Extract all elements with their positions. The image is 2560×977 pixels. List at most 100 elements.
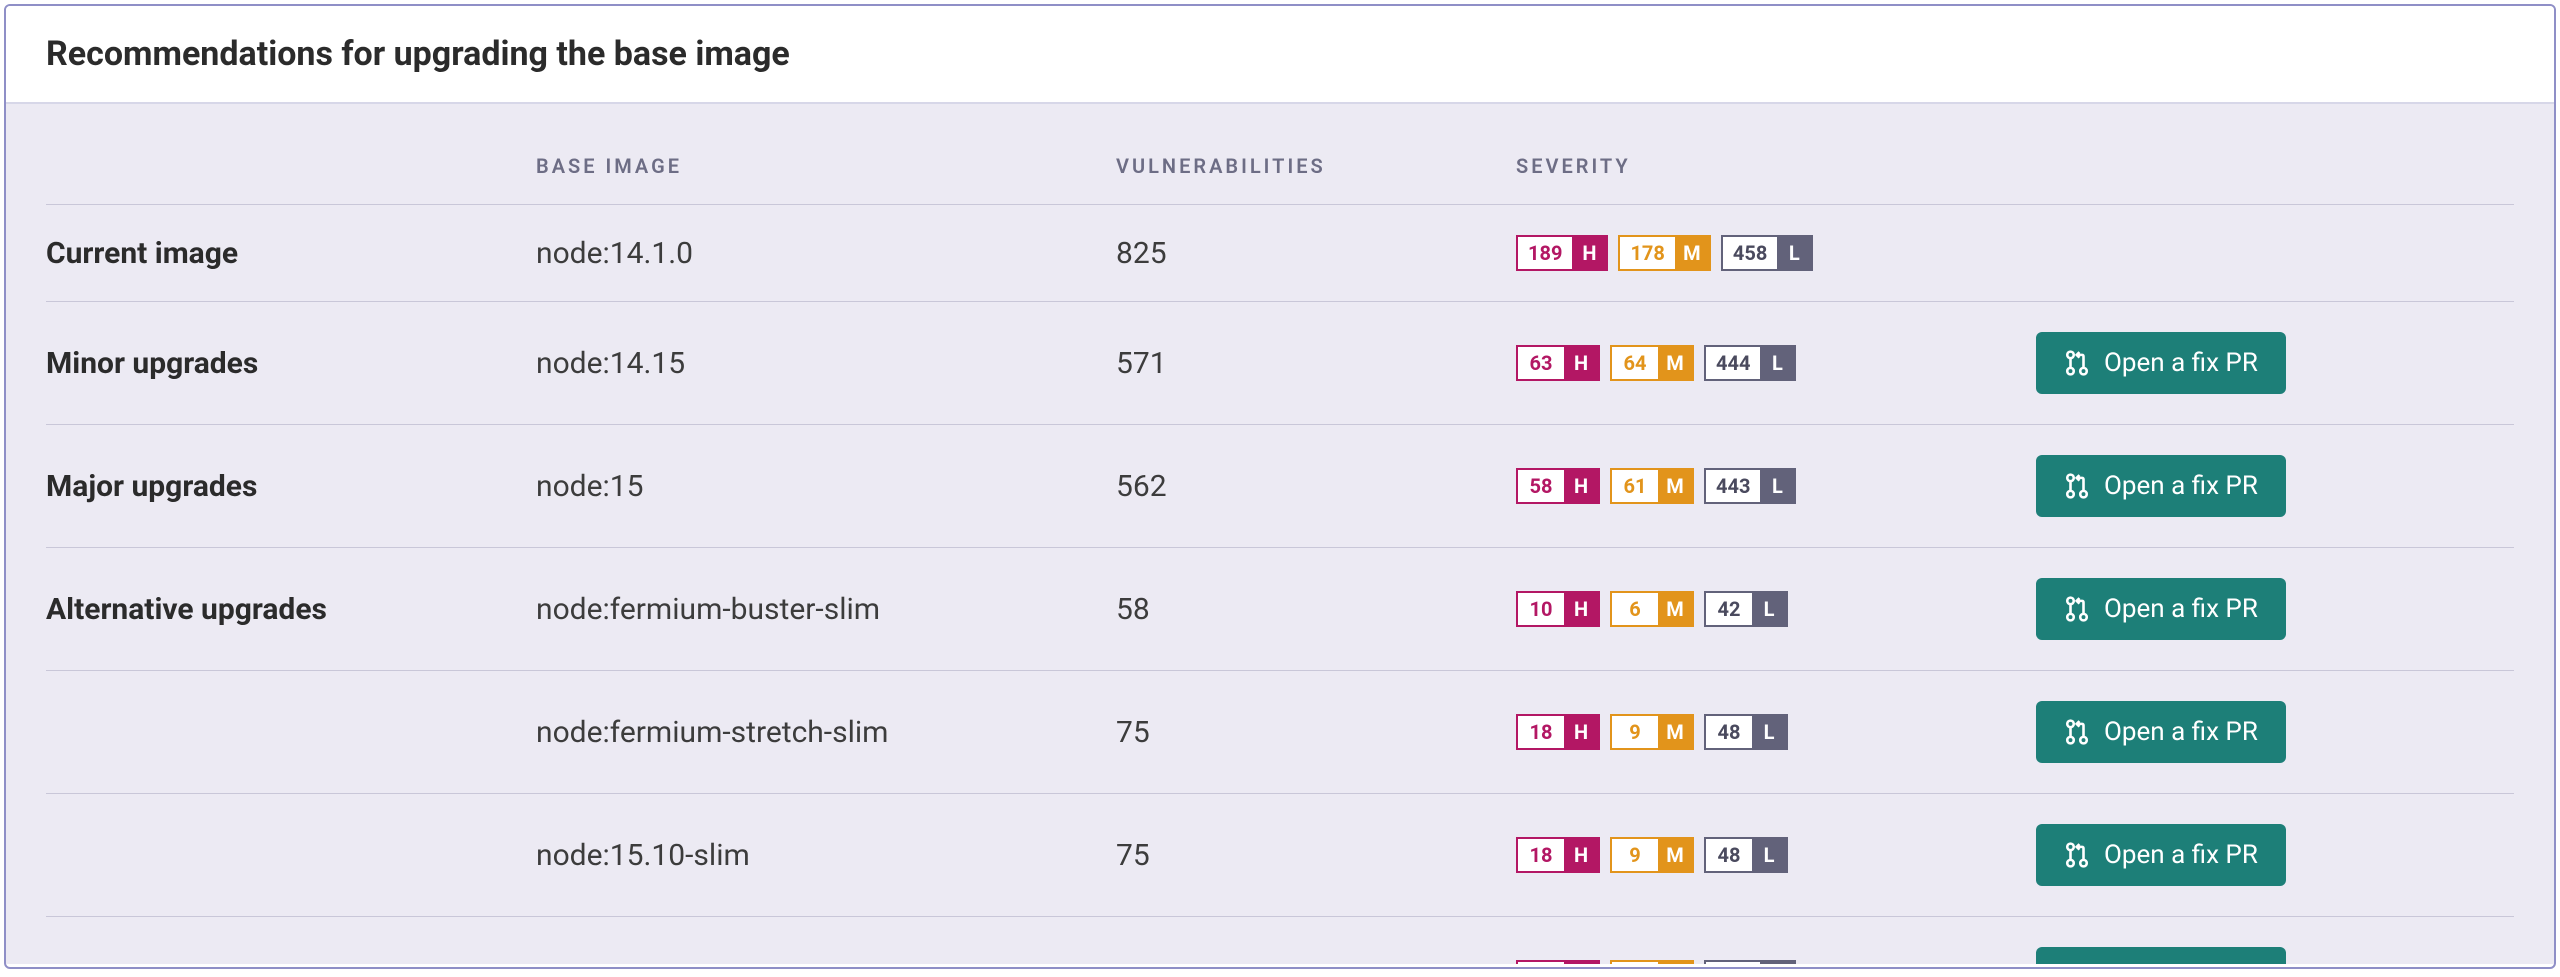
severity-count-low: 42 (1706, 593, 1752, 625)
panel-header: Recommendations for upgrading the base i… (6, 6, 2554, 104)
recommendations-table: BASE IMAGE VULNERABILITIES SEVERITY Curr… (46, 138, 2514, 964)
severity-count-low: 458 (1723, 237, 1777, 269)
severity-group: 63H 64M 444L (1516, 345, 2016, 381)
row-base-image: node:fermium-stretch-slim (526, 671, 1106, 794)
col-vulnerabilities: VULNERABILITIES (1106, 138, 1506, 205)
severity-pill-medium: 178M (1618, 235, 1710, 271)
severity-letter-high: H (1564, 716, 1598, 748)
row-base-image: node:15.10-slim (526, 794, 1106, 917)
row-severity: 63H 64M 444L (1506, 302, 2026, 425)
severity-letter-high: H (1564, 593, 1598, 625)
open-fix-pr-button[interactable]: Open a fix PR (2036, 578, 2286, 640)
table-row: node:fermium-stretch-slim75 18H 9M 48L Open… (46, 671, 2514, 794)
pull-request-icon (2064, 350, 2090, 376)
row-category (46, 671, 526, 794)
severity-pill-high: 63H (1516, 345, 1600, 381)
severity-letter-medium: M (1658, 470, 1692, 502)
severity-count-medium: 9 (1612, 839, 1658, 871)
severity-letter-high: H (1572, 237, 1606, 269)
severity-letter-high: H (1564, 470, 1598, 502)
severity-count-medium: 6 (1612, 593, 1658, 625)
severity-letter-medium: M (1675, 237, 1709, 269)
row-action: Open a fix PR (2026, 425, 2514, 548)
severity-group: 58H 61M 443L (1516, 468, 2016, 504)
table-row: Minor upgradesnode:14.15571 63H 64M 444L Op… (46, 302, 2514, 425)
row-category: Alternative upgrades (46, 548, 526, 671)
severity-count-medium: 49 (1612, 962, 1658, 964)
severity-letter-low: L (1777, 237, 1811, 269)
open-fix-pr-label: Open a fix PR (2104, 717, 2258, 747)
severity-pill-low: 48L (1704, 837, 1788, 873)
severity-letter-high: H (1564, 347, 1598, 379)
row-base-image: node:14.1.0 (526, 205, 1106, 302)
row-vulnerability-count: 58 (1106, 548, 1506, 671)
severity-pill-medium: 9M (1610, 714, 1694, 750)
severity-pill-medium: 6M (1610, 591, 1694, 627)
severity-count-low: 48 (1706, 716, 1752, 748)
severity-group: 18H 9M 48L (1516, 837, 2016, 873)
severity-pill-low: 444L (1704, 345, 1796, 381)
severity-count-high: 18 (1518, 716, 1564, 748)
severity-pill-low: 458L (1721, 235, 1813, 271)
severity-count-medium: 61 (1612, 470, 1658, 502)
severity-letter-low: L (1752, 839, 1786, 871)
severity-pill-low: 48L (1704, 714, 1788, 750)
severity-count-medium: 178 (1620, 237, 1674, 269)
severity-group: 189H 178M 458L (1516, 235, 2016, 271)
pull-request-icon (2064, 719, 2090, 745)
pull-request-icon (2064, 842, 2090, 868)
severity-letter-low: L (1760, 470, 1794, 502)
severity-count-high: 58 (1518, 470, 1564, 502)
row-action: Open a fix PR (2026, 548, 2514, 671)
severity-pill-high: 58H (1516, 468, 1600, 504)
open-fix-pr-label: Open a fix PR (2104, 963, 2258, 964)
severity-letter-low: L (1752, 593, 1786, 625)
severity-count-medium: 64 (1612, 347, 1658, 379)
row-vulnerability-count: 75 (1106, 671, 1506, 794)
row-severity: 10H 6M 42L (1506, 548, 2026, 671)
severity-letter-medium: M (1658, 347, 1692, 379)
open-fix-pr-label: Open a fix PR (2104, 471, 2258, 501)
open-fix-pr-button[interactable]: Open a fix PR (2036, 332, 2286, 394)
row-base-image: node:14.15 (526, 302, 1106, 425)
row-severity: 18H 9M 48L (1506, 794, 2026, 917)
severity-group: 18H 9M 48L (1516, 714, 2016, 750)
severity-group: 35H49M241L (1516, 960, 2016, 964)
severity-count-high: 18 (1518, 839, 1564, 871)
open-fix-pr-button[interactable]: Open a fix PR (2036, 947, 2286, 964)
row-category: Major upgrades (46, 425, 526, 548)
severity-count-low: 241 (1706, 962, 1760, 964)
row-category: Minor upgrades (46, 302, 526, 425)
severity-pill-high: 18H (1516, 837, 1600, 873)
severity-count-high: 35 (1518, 962, 1564, 964)
severity-letter-high: H (1564, 962, 1598, 964)
severity-letter-low: L (1752, 716, 1786, 748)
severity-letter-medium: M (1658, 716, 1692, 748)
severity-pill-medium: 9M (1610, 837, 1694, 873)
col-base-image: BASE IMAGE (526, 138, 1106, 205)
severity-count-high: 189 (1518, 237, 1572, 269)
row-severity: 189H 178M 458L (1506, 205, 2026, 302)
open-fix-pr-label: Open a fix PR (2104, 594, 2258, 624)
row-vulnerability-count: 75 (1106, 794, 1506, 917)
row-base-image: node:fermium-buster-slim (526, 548, 1106, 671)
col-category (46, 138, 526, 205)
severity-count-low: 443 (1706, 470, 1760, 502)
open-fix-pr-button[interactable]: Open a fix PR (2036, 701, 2286, 763)
severity-pill-medium: 64M (1610, 345, 1694, 381)
open-fix-pr-button[interactable]: Open a fix PR (2036, 455, 2286, 517)
open-fix-pr-button[interactable]: Open a fix PR (2036, 824, 2286, 886)
row-action (2026, 205, 2514, 302)
row-vulnerability-count: 571 (1106, 302, 1506, 425)
row-severity: 35H49M241L (1506, 917, 2026, 965)
row-vulnerability-count: 825 (1106, 205, 1506, 302)
row-action: Open a fix PR (2026, 302, 2514, 425)
severity-count-high: 63 (1518, 347, 1564, 379)
table-row: Alternative upgradesnode:fermium-buster-… (46, 548, 2514, 671)
table-row: node:14.16.0-buster32535H49M241L Open a … (46, 917, 2514, 965)
severity-pill-high: 18H (1516, 714, 1600, 750)
severity-count-high: 10 (1518, 593, 1564, 625)
severity-count-low: 444 (1706, 347, 1760, 379)
row-action: Open a fix PR (2026, 917, 2514, 965)
severity-count-low: 48 (1706, 839, 1752, 871)
